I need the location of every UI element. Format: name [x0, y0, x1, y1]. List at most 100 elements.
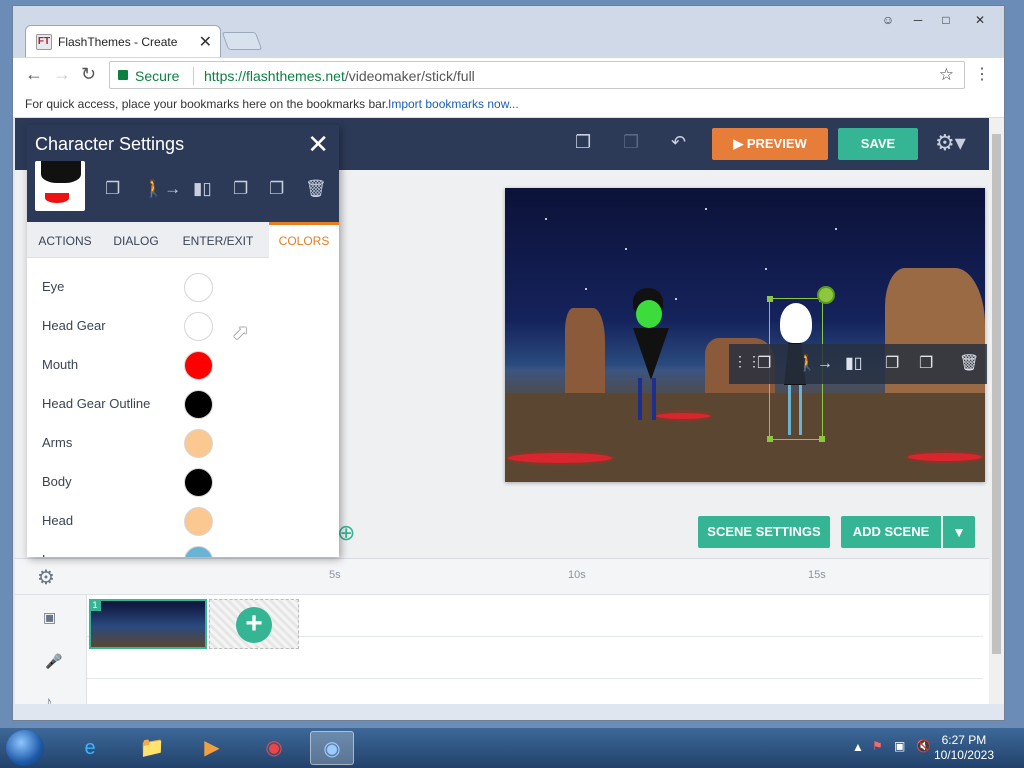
panel-close-icon[interactable]: ✕	[307, 129, 329, 160]
color-swatch[interactable]	[184, 273, 213, 302]
chrome-icon[interactable]: ◉	[252, 731, 296, 765]
reload-icon[interactable]: ↻	[81, 64, 96, 85]
system-tray: ▲ ⚑ ▣ 🔇 6:27 PM 10/10/2023	[834, 728, 1024, 768]
back-icon[interactable]: ←	[25, 64, 43, 85]
scene-stage[interactable]	[505, 188, 985, 482]
preview-label: PREVIEW	[746, 136, 807, 151]
chrome-active-icon[interactable]: ◉	[310, 731, 354, 765]
resize-handle[interactable]	[767, 296, 773, 302]
browser-tab[interactable]: FT FlashThemes - Create ✕	[25, 25, 221, 57]
duplicate-icon[interactable]: ❐	[269, 179, 284, 199]
resize-handle[interactable]	[819, 436, 825, 442]
secure-label: Secure	[135, 68, 180, 84]
color-row: Mouth	[42, 346, 302, 385]
page-scrollbar[interactable]	[989, 118, 1004, 704]
clock-time: 6:27 PM	[941, 733, 987, 747]
copy-character-icon[interactable]: ❐	[233, 179, 248, 199]
color-row: Eye	[42, 268, 302, 307]
paste-icon[interactable]: ❐	[623, 132, 639, 153]
flip-icon[interactable]: ▮▯	[845, 353, 863, 373]
star-dot	[765, 268, 767, 270]
save-button[interactable]: SAVE	[838, 128, 918, 160]
undo-icon[interactable]: ↶	[671, 132, 686, 153]
import-bookmarks-link[interactable]: Import bookmarks now...	[388, 97, 519, 111]
copy-icon[interactable]: ❐	[575, 132, 591, 153]
music-track	[87, 679, 983, 704]
windows-taskbar: e 📁 ▶ ◉ ◉ ▲ ⚑ ▣ 🔇 6:27 PM 10/10/2023	[0, 728, 1024, 768]
bookmarks-bar: For quick access, place your bookmarks h…	[13, 92, 1004, 118]
alien-head	[636, 300, 662, 328]
color-swatch[interactable]	[184, 351, 213, 380]
swap-character-icon[interactable]: ❐	[757, 353, 771, 373]
color-swatch[interactable]	[184, 312, 213, 341]
character-settings-panel: Character Settings ✕ ❐ 🚶→ ▮▯ ❐ ❐ 🗑 ACTIO…	[27, 125, 339, 557]
flashthemes-favicon-icon: FT	[36, 34, 52, 50]
character-avatar[interactable]	[35, 161, 85, 211]
walk-action-icon[interactable]: 🚶→	[797, 353, 833, 373]
resize-handle[interactable]	[767, 436, 773, 442]
window-close-icon[interactable]: ✕	[967, 11, 993, 31]
internet-explorer-icon[interactable]: e	[68, 731, 112, 765]
color-row: Head Gear	[42, 307, 302, 346]
url-host: https://flashthemes.net	[204, 68, 345, 84]
ground	[505, 393, 985, 482]
color-swatch[interactable]	[184, 468, 213, 497]
scene-thumbnail[interactable]: 1	[89, 599, 207, 649]
avatar-hair	[41, 161, 81, 183]
add-scene-dropdown-icon[interactable]: ▼	[943, 516, 975, 548]
tray-arrow-icon[interactable]: ▲	[852, 740, 864, 754]
panel-title: Character Settings	[35, 134, 185, 154]
bookmark-star-icon[interactable]: ☆	[939, 65, 954, 85]
color-swatch[interactable]	[184, 429, 213, 458]
scene-settings-button[interactable]: SCENE SETTINGS	[698, 516, 830, 548]
delete-icon[interactable]: 🗑	[959, 353, 979, 373]
walk-action-icon[interactable]: 🚶→	[143, 179, 181, 199]
add-scene-slot[interactable]: +	[209, 599, 299, 649]
clock[interactable]: 6:27 PM 10/10/2023	[934, 733, 994, 763]
color-swatch[interactable]	[184, 507, 213, 536]
flip-icon[interactable]: ▮▯	[193, 179, 212, 199]
add-scene-plus-icon[interactable]: +	[236, 607, 272, 643]
user-icon[interactable]: ☺	[875, 11, 901, 31]
start-button[interactable]	[6, 730, 44, 766]
new-tab-button[interactable]	[221, 32, 263, 50]
url-text: https://flashthemes.net/videomaker/stick…	[204, 68, 475, 84]
volume-muted-icon[interactable]: 🔇	[916, 739, 931, 753]
settings-gear-icon[interactable]: ⚙▾	[935, 130, 966, 156]
zoom-in-icon[interactable]: ⊕	[337, 520, 355, 546]
bookmarks-prompt: For quick access, place your bookmarks h…	[25, 97, 389, 111]
star-dot	[545, 218, 547, 220]
address-bar[interactable]: Secure https://flashthemes.net/videomake…	[109, 61, 965, 89]
color-swatch[interactable]	[184, 546, 213, 557]
color-swatch[interactable]	[184, 390, 213, 419]
tick-5s: 5s	[329, 569, 341, 581]
duplicate-icon[interactable]: ❐	[919, 353, 933, 373]
minimize-icon[interactable]: ─	[905, 11, 931, 31]
color-row: L	[42, 541, 302, 557]
forward-icon[interactable]: →	[53, 64, 71, 85]
rotate-handle-icon[interactable]	[817, 286, 835, 304]
preview-button[interactable]: ▶ PREVIEW	[712, 128, 828, 160]
url-path: /videomaker/stick/full	[344, 68, 475, 84]
file-explorer-icon[interactable]: 📁	[130, 731, 174, 765]
color-row: Head	[42, 502, 302, 541]
swap-character-icon[interactable]: ❐	[105, 179, 120, 199]
timeline-gear-icon[interactable]: ⚙	[37, 565, 55, 590]
star-dot	[835, 228, 837, 230]
scrollbar-thumb[interactable]	[992, 134, 1001, 654]
restore-icon[interactable]: □	[933, 11, 959, 31]
tab-strip: FT FlashThemes - Create ✕ ☺ ─ □ ✕	[13, 6, 1004, 58]
tab-colors[interactable]: COLORS	[269, 222, 339, 258]
media-player-icon[interactable]: ▶	[190, 731, 234, 765]
tab-dialog[interactable]: DIALOG	[103, 222, 169, 258]
copy-character-icon[interactable]: ❐	[885, 353, 899, 373]
add-scene-button[interactable]: ADD SCENE	[841, 516, 941, 548]
delete-icon[interactable]: 🗑	[305, 179, 327, 199]
browser-menu-icon[interactable]: ⋮	[974, 64, 990, 84]
action-center-icon[interactable]: ▣	[894, 739, 905, 753]
tab-close-icon[interactable]: ✕	[199, 32, 212, 52]
tab-actions[interactable]: ACTIONS	[27, 222, 103, 258]
color-label: Arms	[42, 435, 73, 450]
network-error-icon[interactable]: ⚑	[872, 739, 883, 753]
tab-enter-exit[interactable]: ENTER/EXIT	[169, 222, 267, 258]
